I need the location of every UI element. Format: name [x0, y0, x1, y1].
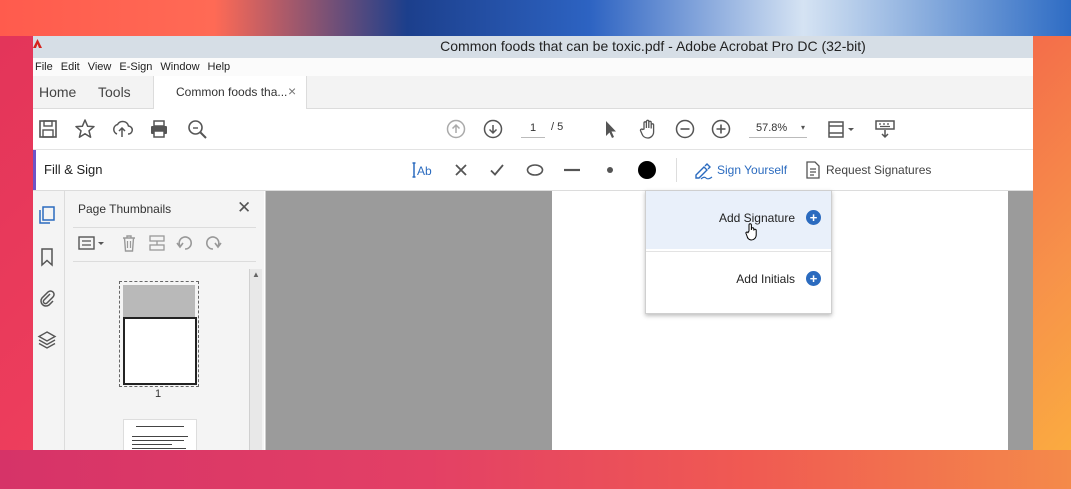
page-thumbnail[interactable]	[123, 419, 197, 450]
svg-text:Ab: Ab	[417, 164, 432, 178]
tab-home[interactable]: Home	[39, 84, 76, 100]
scroll-up-icon[interactable]: ▲	[252, 270, 260, 279]
close-tab-icon[interactable]: ×	[288, 83, 296, 99]
add-signature-item[interactable]: Add Signature +	[646, 191, 831, 249]
save-icon[interactable]	[37, 118, 59, 140]
fill-sign-accent	[33, 150, 36, 190]
tab-row: Home Tools Common foods tha... ×	[33, 76, 1033, 109]
color-swatch-icon[interactable]	[637, 160, 657, 180]
panel-splitter[interactable]	[265, 191, 284, 450]
page-down-icon[interactable]	[482, 118, 504, 140]
menu-window[interactable]: Window	[160, 58, 199, 76]
rotate-left-icon[interactable]	[175, 233, 195, 253]
zoom-out-icon[interactable]	[674, 118, 696, 140]
desktop-wallpaper-bottom	[0, 450, 1071, 489]
title-bar: Common foods that can be toxic.pdf - Ado…	[33, 36, 1033, 58]
hand-pointer-cursor-icon	[745, 223, 757, 241]
menu-view[interactable]: View	[88, 58, 112, 76]
close-panel-icon[interactable]: ✕	[237, 198, 251, 218]
trash-icon[interactable]	[119, 233, 139, 253]
thumbnail-text-line	[136, 426, 184, 427]
main-toolbar: 1 / 5 57.8% ▾	[33, 109, 1033, 150]
thumbnail-text-line	[132, 448, 186, 449]
zoom-select[interactable]: 57.8% ▾	[749, 119, 807, 138]
line-icon[interactable]	[562, 160, 582, 180]
insert-page-icon[interactable]	[147, 233, 167, 253]
document-tab-label: Common foods tha...	[176, 85, 288, 99]
menu-edit[interactable]: Edit	[61, 58, 80, 76]
page-thumbnail[interactable]	[119, 281, 199, 387]
menu-help[interactable]: Help	[208, 58, 231, 76]
menu-esign[interactable]: E-Sign	[119, 58, 152, 76]
hand-icon[interactable]	[637, 118, 659, 140]
tab-document[interactable]: Common foods tha... ×	[153, 76, 307, 109]
fit-page-icon[interactable]	[826, 118, 856, 140]
page-thumbnails-panel: Page Thumbnails ✕ ▲ 1	[65, 191, 264, 450]
text-tool-icon[interactable]: Ab	[412, 160, 436, 180]
page-total: / 5	[551, 121, 564, 133]
print-icon[interactable]	[148, 118, 170, 140]
toolbar-divider	[676, 158, 677, 182]
document-margin	[1008, 191, 1033, 450]
thumbnail-text-line	[132, 436, 188, 437]
star-icon[interactable]	[74, 118, 96, 140]
divider	[73, 261, 256, 262]
sign-yourself-menu: Add Signature + Add Initials +	[645, 190, 832, 314]
bookmark-icon[interactable]	[37, 247, 57, 267]
fill-sign-title: Fill & Sign	[44, 162, 103, 177]
add-initials-item[interactable]: Add Initials +	[646, 252, 831, 310]
pen-sign-icon	[695, 163, 713, 180]
ellipse-icon[interactable]	[525, 160, 545, 180]
upload-icon[interactable]	[111, 118, 133, 140]
check-icon[interactable]	[487, 160, 507, 180]
window-title: Common foods that can be toxic.pdf - Ado…	[440, 38, 866, 54]
cross-icon[interactable]	[451, 160, 471, 180]
desktop-wallpaper-top	[0, 0, 1071, 36]
divider	[73, 227, 256, 228]
request-signatures-label: Request Signatures	[826, 163, 932, 177]
sign-yourself-button[interactable]: Sign Yourself	[693, 158, 787, 182]
keyboard-icon[interactable]	[874, 118, 896, 140]
panel-title: Page Thumbnails	[78, 202, 172, 216]
menu-file[interactable]: File	[35, 58, 53, 76]
page-up-icon[interactable]	[445, 118, 467, 140]
request-signatures-button[interactable]: Request Signatures	[805, 158, 931, 182]
plus-circle-icon: +	[806, 210, 821, 225]
select-cursor-icon[interactable]	[599, 118, 621, 140]
paperclip-icon[interactable]	[37, 288, 57, 308]
chevron-down-icon: ▾	[800, 123, 805, 132]
navigation-rail	[33, 191, 65, 450]
thumbnail-text-line	[132, 444, 172, 445]
options-menu-icon[interactable]	[77, 233, 107, 253]
thumbnail-scrollbar[interactable]: ▲	[249, 269, 262, 450]
layers-icon[interactable]	[37, 330, 57, 350]
dot-icon[interactable]	[600, 160, 620, 180]
zoom-value: 57.8%	[756, 122, 788, 134]
rotate-right-icon[interactable]	[203, 233, 223, 253]
thumbnail-text-line	[132, 440, 184, 441]
search-zoom-icon[interactable]	[186, 118, 208, 140]
sign-yourself-label: Sign Yourself	[717, 163, 788, 177]
zoom-in-icon[interactable]	[710, 118, 732, 140]
tab-tools[interactable]: Tools	[98, 84, 131, 100]
menu-bar: File Edit View E-Sign Window Help	[33, 58, 1033, 76]
thumbnail-page	[123, 317, 197, 385]
add-initials-label: Add Initials	[736, 272, 795, 286]
acrobat-window: Common foods that can be toxic.pdf - Ado…	[33, 36, 1033, 450]
page-thumbnails-icon[interactable]	[37, 205, 57, 225]
fill-sign-toolbar: Fill & Sign Ab Sign Yourself Request Sig…	[33, 150, 1033, 191]
plus-circle-icon: +	[806, 271, 821, 286]
page-number-input[interactable]: 1	[521, 119, 545, 138]
document-sign-icon	[806, 161, 820, 179]
thumbnail-page-number: 1	[155, 388, 162, 400]
thumbnail-header-region	[123, 285, 195, 317]
